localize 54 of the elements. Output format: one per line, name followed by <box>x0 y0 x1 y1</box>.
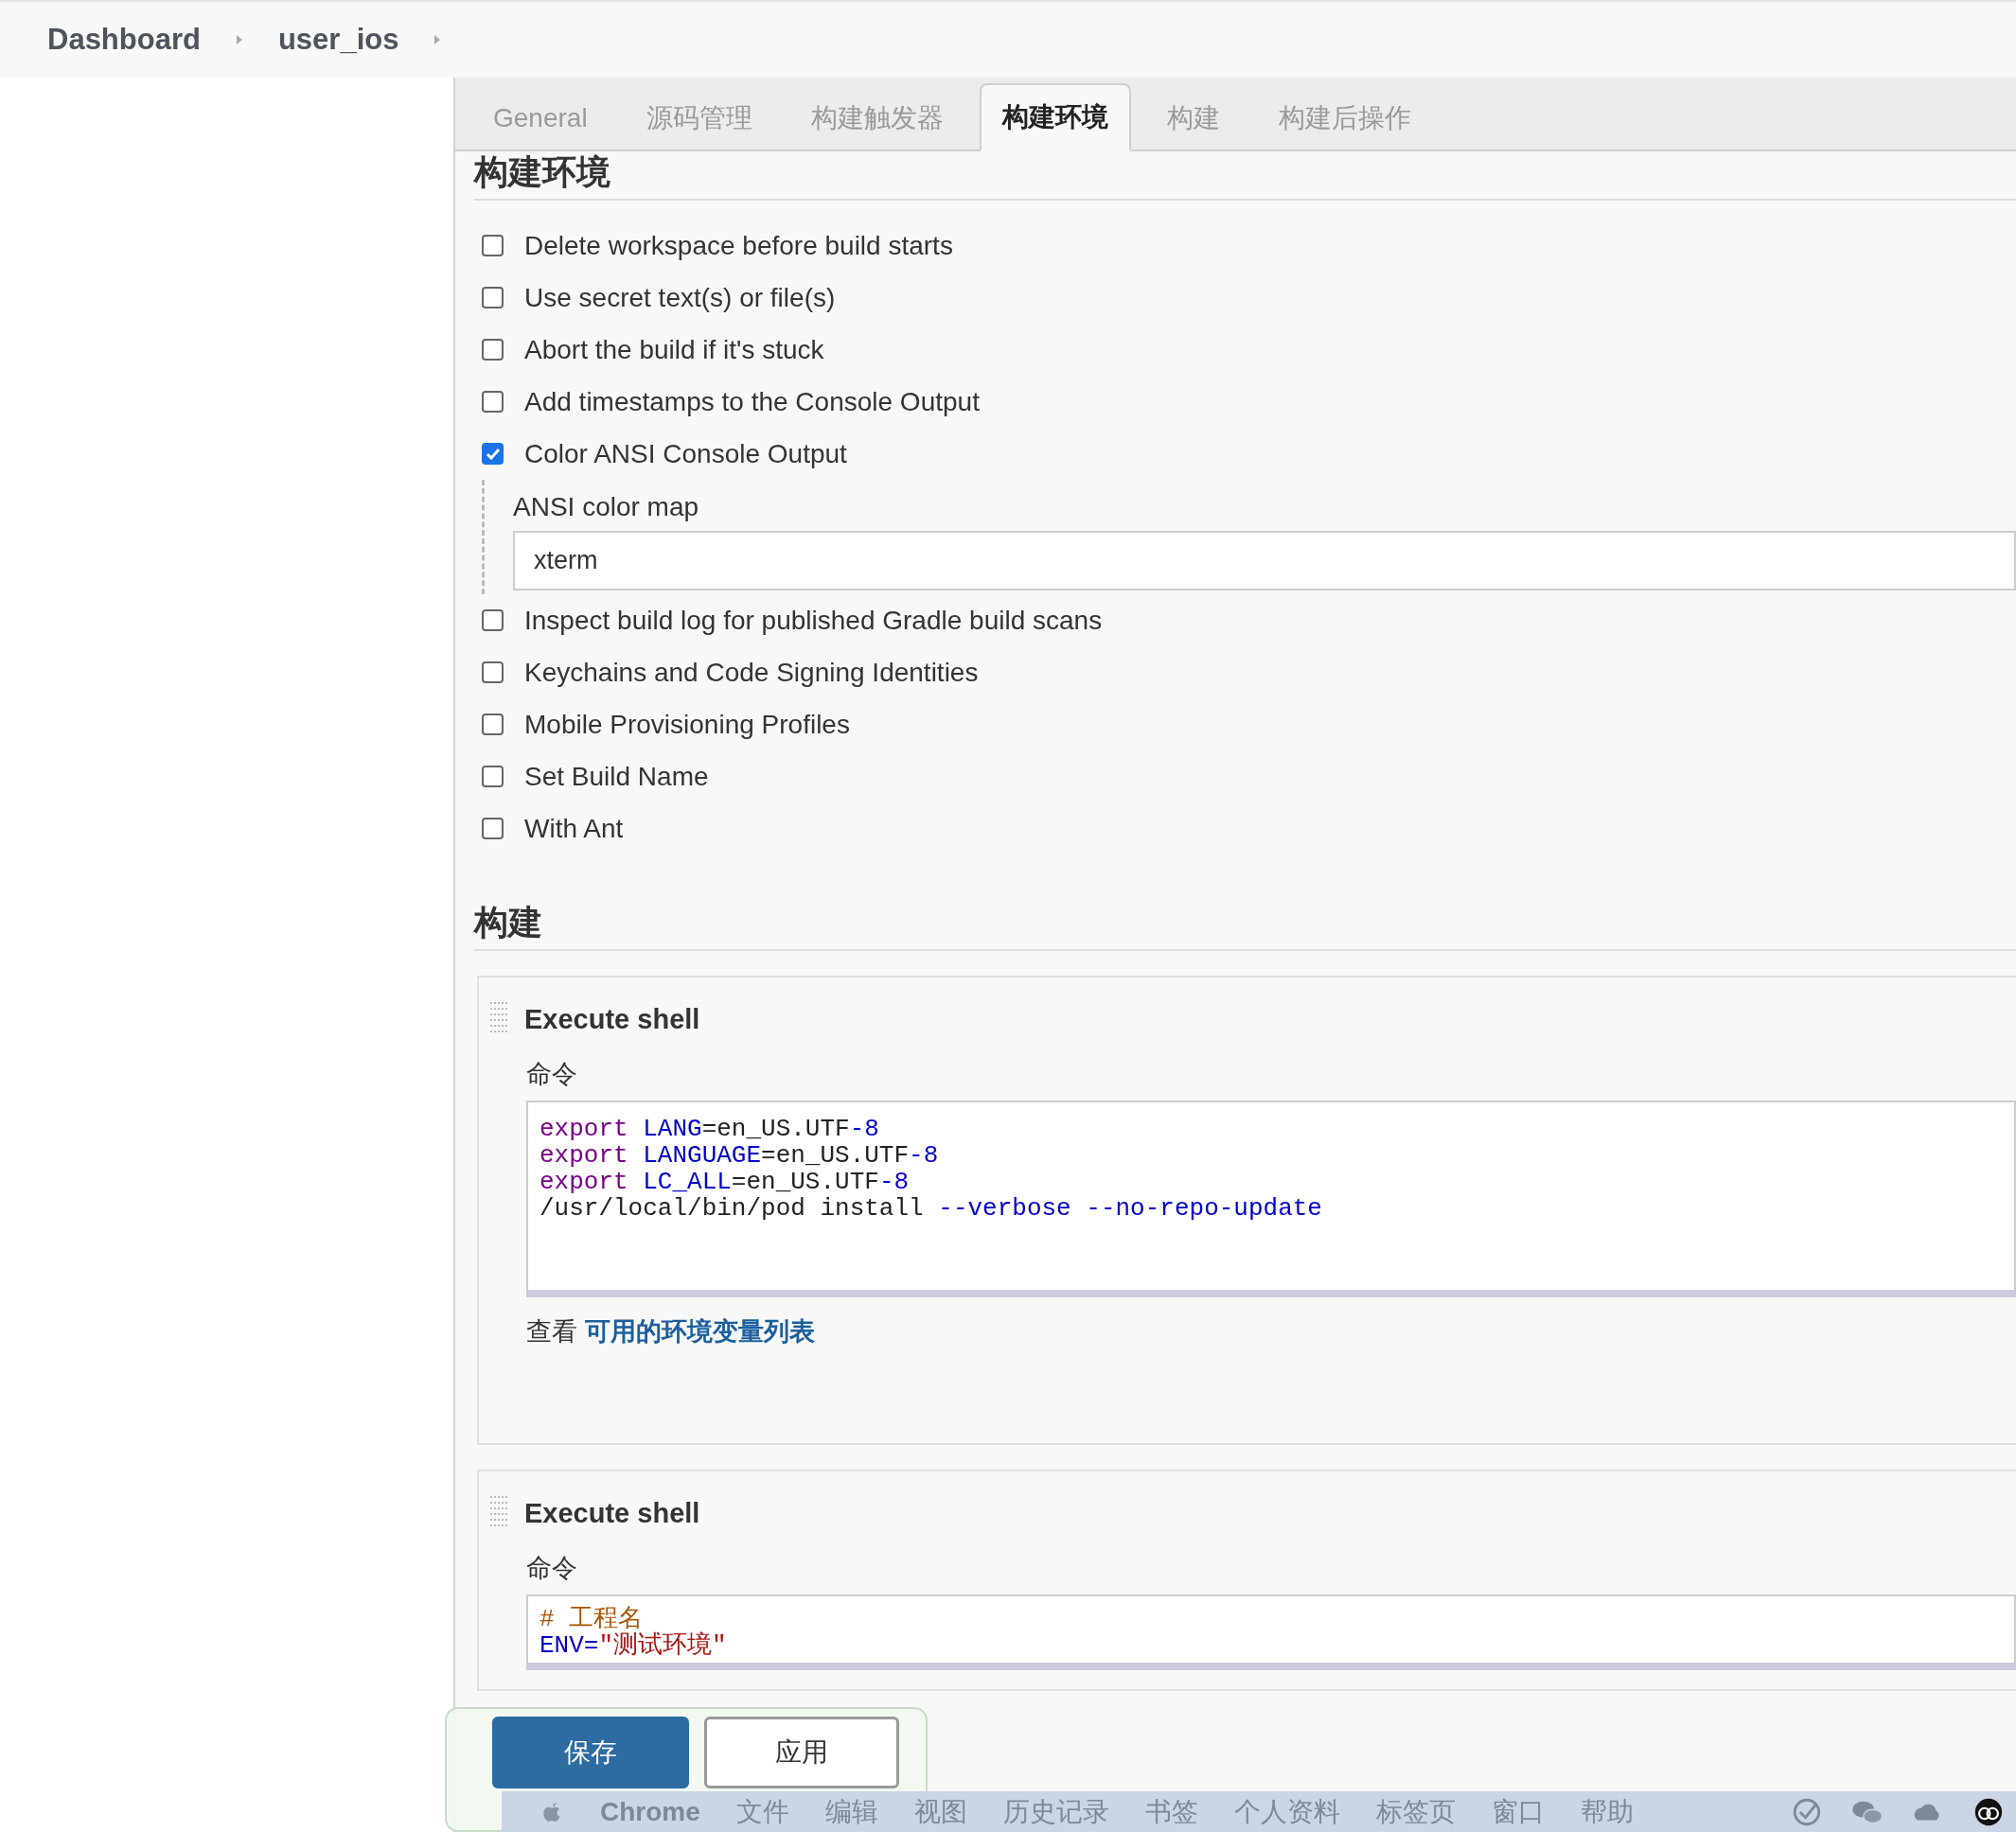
field-label: 命令 <box>526 1059 578 1090</box>
tab[interactable]: 源码管理 <box>623 85 775 151</box>
breadcrumb-link[interactable]: user_ios <box>277 23 399 57</box>
menu-item[interactable]: 个人资料 <box>1233 1793 1340 1830</box>
checkbox[interactable] <box>482 391 504 413</box>
checkbox[interactable] <box>482 818 504 839</box>
checkbox[interactable] <box>482 609 504 631</box>
field-label: ANSI color map <box>513 491 700 523</box>
tab[interactable]: 构建环境 <box>979 83 1131 151</box>
chevron-icon <box>234 33 244 46</box>
checkbox[interactable] <box>482 661 504 683</box>
menu-item[interactable]: 视图 <box>913 1793 967 1830</box>
checkbox-label: Delete workspace before build starts <box>524 230 953 261</box>
menu-item[interactable]: 文件 <box>735 1793 789 1830</box>
check-icon <box>485 447 501 461</box>
tab[interactable]: 构建 <box>1143 85 1243 151</box>
menu-item[interactable]: 编辑 <box>824 1793 878 1830</box>
tab[interactable]: General <box>470 85 610 151</box>
section-heading: 构建环境 <box>474 151 2016 201</box>
menu-item[interactable]: 书签 <box>1144 1793 1198 1830</box>
menu-item[interactable]: 窗口 <box>1491 1793 1545 1830</box>
menu-item[interactable]: 历史记录 <box>1002 1793 1109 1830</box>
field-label: 命令 <box>526 1553 578 1584</box>
step-title: Execute shell <box>524 1003 700 1035</box>
checkbox[interactable] <box>482 339 504 361</box>
checkbox[interactable] <box>482 713 504 735</box>
checkbox-label: Mobile Provisioning Profiles <box>524 709 850 740</box>
checkbox-label: Color ANSI Console Output <box>524 438 847 469</box>
tab[interactable]: 构建后操作 <box>1255 85 1434 151</box>
checkbox-label: Set Build Name <box>524 761 709 792</box>
checkbox-label: Add timestamps to the Console Output <box>524 386 980 417</box>
menu-item[interactable]: 帮助 <box>1580 1793 1634 1830</box>
tab[interactable]: 构建触发器 <box>787 85 966 151</box>
checkbox[interactable] <box>482 443 504 465</box>
menu-item[interactable]: Chrome <box>600 1796 700 1827</box>
checkbox[interactable] <box>482 287 504 308</box>
help-text: 查看 可用的环境变量列表 <box>526 1316 816 1348</box>
breadcrumb-link[interactable]: Dashboard <box>47 23 201 57</box>
checkbox-label: Abort the build if it's stuck <box>524 334 824 365</box>
action-button[interactable]: 保存 <box>492 1717 689 1788</box>
checkbox-label: Keychains and Code Signing Identities <box>524 657 979 688</box>
checkbox-label: Use secret text(s) or file(s) <box>524 282 836 313</box>
section-heading: 构建 <box>474 902 2016 951</box>
menu-item[interactable]: 标签页 <box>1375 1793 1456 1830</box>
checkbox-label: Inspect build log for published Gradle build scans <box>524 605 1103 636</box>
checkbox-label: With Ant <box>524 813 624 844</box>
checkbox[interactable] <box>482 235 504 256</box>
input-field[interactable]: xterm <box>513 531 2016 590</box>
step-title: Execute shell <box>524 1497 700 1529</box>
checkbox[interactable] <box>482 766 504 787</box>
code-editor[interactable]: export LANG=en_US.UTF-8 export LANGUAGE=en_US.UTF-8 export LC_ALL=en_US.UTF-8 /usr/local/bin/pod install --verbose --no-repo-update <box>526 1101 2016 1297</box>
code-editor[interactable]: # 工程名 ENV="测试环境" <box>526 1594 2016 1670</box>
action-button[interactable]: 应用 <box>704 1717 899 1788</box>
help-link[interactable]: 可用的环境变量列表 <box>584 1317 815 1346</box>
